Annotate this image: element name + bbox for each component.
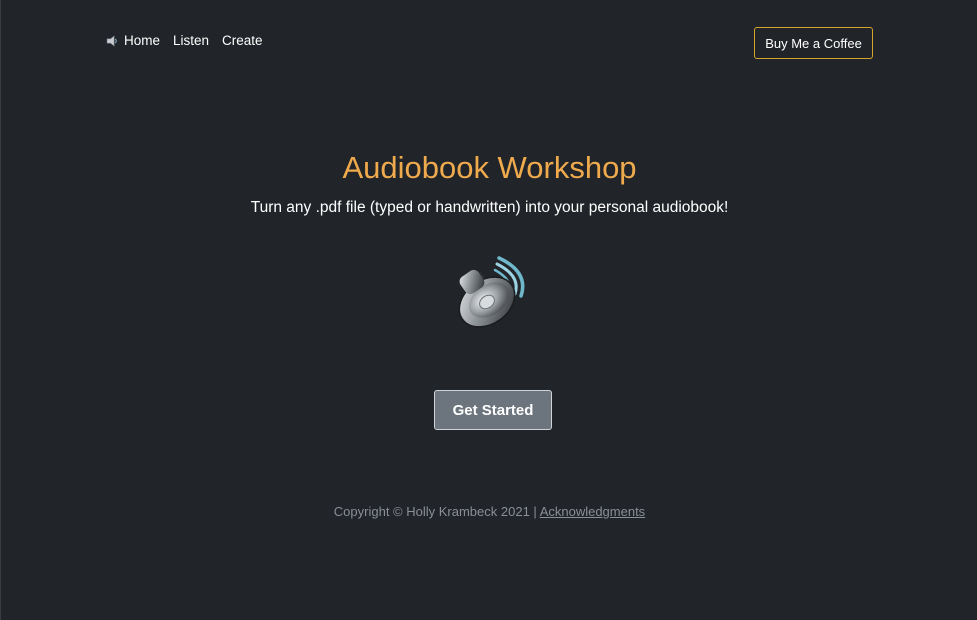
nav-home-link[interactable]: Home (105, 33, 160, 48)
buy-me-a-coffee-button[interactable]: Buy Me a Coffee (754, 27, 873, 59)
acknowledgments-link[interactable]: Acknowledgments (540, 504, 646, 519)
get-started-button[interactable]: Get Started (434, 390, 552, 430)
speaker-icon (458, 256, 525, 328)
navbar: Home Listen Create (105, 33, 263, 48)
page-title: Audiobook Workshop (342, 150, 637, 185)
speaker-icon (106, 35, 117, 46)
footer: Copyright © Holly Krambeck 2021 | Acknow… (1, 504, 977, 519)
page: Home Listen Create Buy Me a Coffee Audio… (0, 0, 977, 620)
nav-home-label: Home (124, 33, 161, 48)
speaker-image (447, 250, 537, 336)
nav-create-link[interactable]: Create (222, 33, 263, 48)
page-subtitle: Turn any .pdf file (typed or handwritten… (250, 199, 729, 216)
nav-listen-link[interactable]: Listen (173, 33, 209, 48)
copyright-text: Copyright © Holly Krambeck 2021 | (333, 504, 540, 519)
